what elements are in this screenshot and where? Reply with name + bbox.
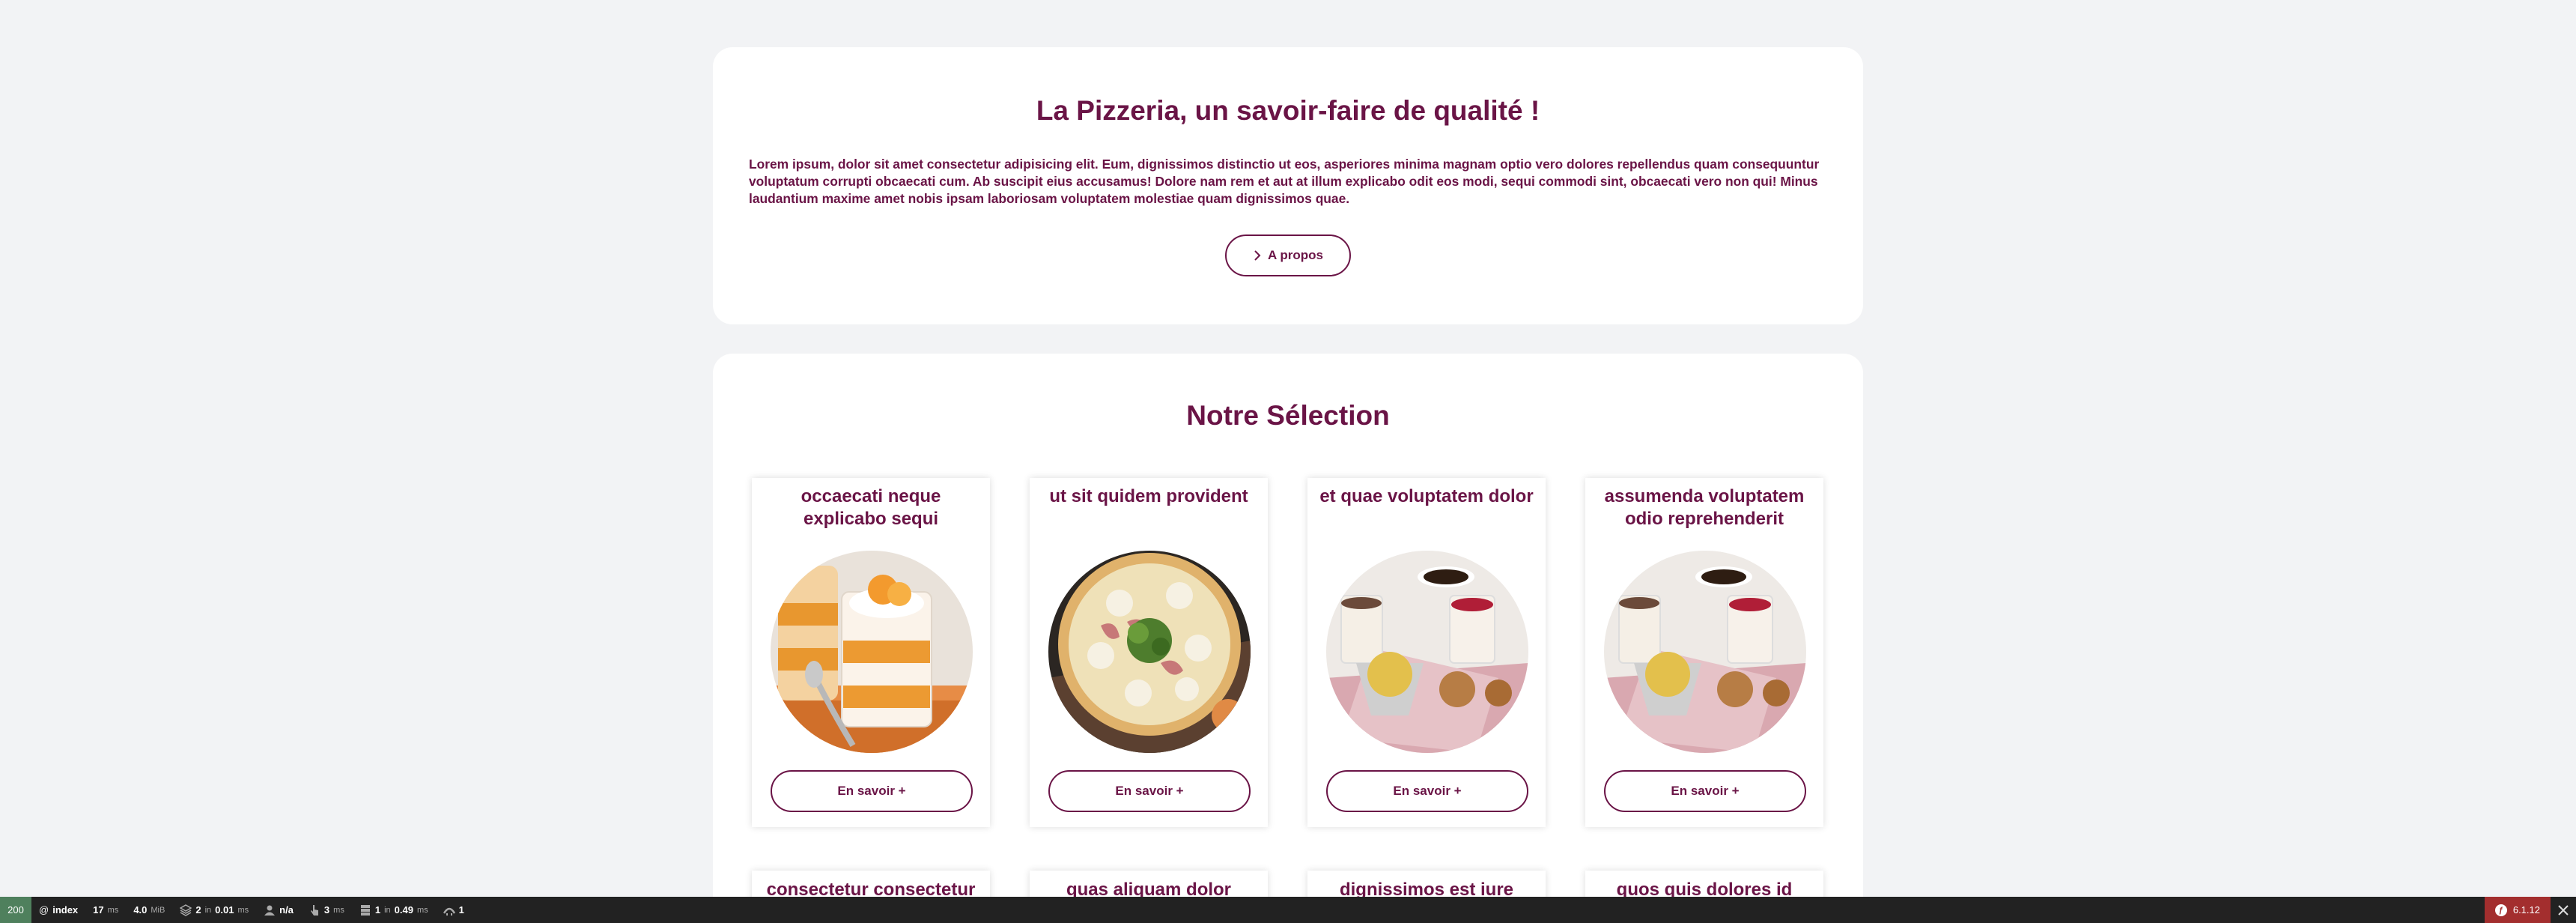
twig-info[interactable]: 1 <box>436 897 472 923</box>
product-card: et quae voluptatem dolor En savoir + <box>1307 478 1546 827</box>
symfony-version[interactable]: ƒ 6.1.12 <box>2484 897 2551 923</box>
memory-info[interactable]: 4.0 MiB <box>126 897 172 923</box>
product-image-dessert-verrine[interactable] <box>771 551 973 753</box>
more-button[interactable]: En savoir + <box>771 770 973 812</box>
product-card: ut sit quidem provident En savoir + <box>1030 478 1268 827</box>
status-code[interactable]: 200 <box>0 897 31 923</box>
product-image-pizza[interactable] <box>1048 551 1251 753</box>
route-info[interactable]: @ index <box>31 897 85 923</box>
more-button[interactable]: En savoir + <box>1048 770 1251 812</box>
product-image-cafe-gourmand[interactable] <box>1326 551 1528 753</box>
product-title: assumenda voluptatem odio reprehenderit <box>1604 486 1805 529</box>
time-info[interactable]: 17 ms <box>85 897 126 923</box>
selection-section: Notre Sélection occaecati neque explicab… <box>713 354 1863 923</box>
about-title: La Pizzeria, un savoir-faire de qualité … <box>1036 95 1540 126</box>
selection-title: Notre Sélection <box>1186 400 1390 431</box>
pointer-icon <box>310 904 318 916</box>
debug-toolbar: 200 @ index 17 ms 4.0 MiB 2 in 0.01 ms n… <box>0 897 2576 923</box>
product-card: occaecati neque explicabo sequi En savoi… <box>752 478 990 827</box>
about-button-label: A propos <box>1268 248 1323 262</box>
more-button[interactable]: En savoir + <box>1326 770 1528 812</box>
twig-icon <box>443 907 455 916</box>
layers-icon <box>180 904 192 916</box>
about-text: Lorem ipsum, dolor sit amet consectetur … <box>749 157 1820 206</box>
database-icon <box>360 904 370 916</box>
at-icon: @ <box>39 904 49 916</box>
more-button[interactable]: En savoir + <box>1604 770 1806 812</box>
user-icon <box>264 905 276 916</box>
product-title: et quae voluptatem dolor <box>1319 486 1534 506</box>
chevron-right-icon <box>1254 250 1261 261</box>
product-title: occaecati neque explicabo sequi <box>801 486 941 529</box>
events-info[interactable]: 3 ms <box>301 897 352 923</box>
product-image-cafe-gourmand[interactable] <box>1604 551 1806 753</box>
cache-info[interactable]: 2 in 0.01 ms <box>172 897 256 923</box>
product-card: assumenda voluptatem odio reprehenderit … <box>1585 478 1823 827</box>
about-button[interactable]: A propos <box>1225 234 1351 276</box>
database-info[interactable]: 1 in 0.49 ms <box>352 897 436 923</box>
close-icon <box>2558 904 2569 916</box>
close-toolbar-button[interactable] <box>2551 897 2576 923</box>
user-info[interactable]: n/a <box>256 897 301 923</box>
about-section: La Pizzeria, un savoir-faire de qualité … <box>713 47 1863 324</box>
symfony-logo-icon: ƒ <box>2494 904 2507 916</box>
product-title: ut sit quidem provident <box>1049 486 1248 506</box>
